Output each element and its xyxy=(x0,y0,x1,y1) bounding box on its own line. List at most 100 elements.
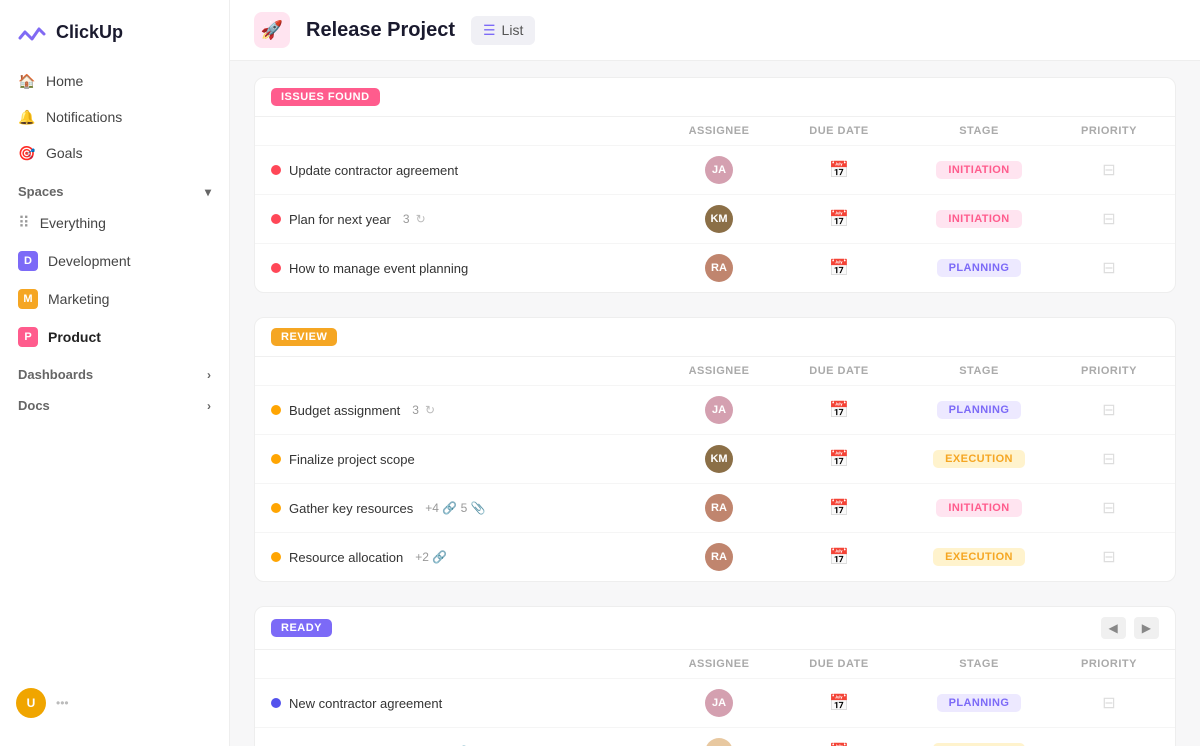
task-extras: +4 🔗 5 📎 xyxy=(425,501,485,515)
stage-cell: PLANNING xyxy=(899,259,1059,277)
date-cell: 📅 xyxy=(779,547,899,567)
sidebar-item-notifications[interactable]: 🔔 Notifications xyxy=(8,100,221,134)
table-row[interactable]: Plan for next year 3 ↻ KM 📅 INITIATION ⊟ xyxy=(255,195,1175,244)
assignee-cell: LB xyxy=(659,738,779,746)
docs-section[interactable]: Docs › xyxy=(0,388,229,419)
section-ready-header: READY ◀ ▶ xyxy=(255,607,1175,650)
task-name: Gather key resources +4 🔗 5 📎 xyxy=(271,501,659,516)
spaces-chevron-icon: ▾ xyxy=(205,185,211,199)
stage-badge: INITIATION xyxy=(936,499,1021,517)
priority-cell: ⊟ xyxy=(1059,742,1159,746)
task-name: How to manage event planning xyxy=(271,261,659,276)
priority-cell: ⊟ xyxy=(1059,209,1159,229)
table-row[interactable]: How to manage event planning RA 📅 PLANNI… xyxy=(255,244,1175,292)
stage-cell: INITIATION xyxy=(899,161,1059,179)
table-row[interactable]: Budget assignment 3 ↻ JA 📅 PLANNING ⊟ xyxy=(255,386,1175,435)
table-row[interactable]: Refresh company website 5 📎 LB 📅 EXECUTI… xyxy=(255,728,1175,746)
task-extras: 3 ↻ xyxy=(412,403,435,417)
main-content: 🚀 Release Project ☰ List ISSUES FOUND AS… xyxy=(230,0,1200,746)
priority-cell: ⊟ xyxy=(1059,547,1159,567)
priority-cell: ⊟ xyxy=(1059,258,1159,278)
stage-badge: INITIATION xyxy=(936,161,1021,179)
table-row[interactable]: New contractor agreement JA 📅 PLANNING ⊟ xyxy=(255,679,1175,728)
spaces-label: Spaces xyxy=(18,184,64,199)
stage-cell: PLANNING xyxy=(899,694,1059,712)
priority-cell: ⊟ xyxy=(1059,449,1159,469)
section-issues: ISSUES FOUND ASSIGNEE DUE DATE STAGE PRI… xyxy=(254,77,1176,293)
calendar-icon: 📅 xyxy=(829,400,849,420)
spaces-header[interactable]: Spaces ▾ xyxy=(0,172,229,205)
avatar: RA xyxy=(705,543,733,571)
table-row[interactable]: Finalize project scope KM 📅 EXECUTION ⊟ xyxy=(255,435,1175,484)
logo-icon xyxy=(16,16,48,48)
stage-badge: INITIATION xyxy=(936,210,1021,228)
ready-next-button[interactable]: ▶ xyxy=(1134,617,1159,639)
sidebar-item-marketing[interactable]: M Marketing xyxy=(8,281,221,317)
priority-icon: ⊟ xyxy=(1102,258,1115,278)
everything-grid-icon: ⠿ xyxy=(18,213,30,233)
dashboards-chevron-icon: › xyxy=(207,368,211,382)
sidebar-nav: 🏠 Home 🔔 Notifications 🎯 Goals xyxy=(0,64,229,172)
section-issues-header: ISSUES FOUND xyxy=(255,78,1175,117)
priority-icon: ⊟ xyxy=(1102,742,1115,746)
priority-icon: ⊟ xyxy=(1102,547,1115,567)
docs-label: Docs xyxy=(18,398,50,413)
avatar: RA xyxy=(705,254,733,282)
refresh-icon: ↻ xyxy=(425,403,435,417)
date-cell: 📅 xyxy=(779,693,899,713)
priority-icon: ⊟ xyxy=(1102,693,1115,713)
sidebar-item-home[interactable]: 🏠 Home xyxy=(8,64,221,98)
col-task-2 xyxy=(271,658,659,670)
sidebar: ClickUp 🏠 Home 🔔 Notifications 🎯 Goals S… xyxy=(0,0,230,746)
stage-cell: EXECUTION xyxy=(899,548,1059,566)
sidebar-item-product[interactable]: P Product xyxy=(8,319,221,355)
col-priority-0: PRIORITY xyxy=(1059,125,1159,137)
col-priority-2: PRIORITY xyxy=(1059,658,1159,670)
date-cell: 📅 xyxy=(779,209,899,229)
review-table-header: ASSIGNEE DUE DATE STAGE PRIORITY xyxy=(255,357,1175,386)
col-stage-0: STAGE xyxy=(899,125,1059,137)
sidebar-item-everything[interactable]: ⠿ Everything xyxy=(8,205,221,241)
date-cell: 📅 xyxy=(779,400,899,420)
section-review: REVIEW ASSIGNEE DUE DATE STAGE PRIORITY … xyxy=(254,317,1176,582)
project-icon: 🚀 xyxy=(254,12,290,48)
col-stage-2: STAGE xyxy=(899,658,1059,670)
ready-table-header: ASSIGNEE DUE DATE STAGE PRIORITY xyxy=(255,650,1175,679)
col-assignee-2: ASSIGNEE xyxy=(659,658,779,670)
stage-badge: PLANNING xyxy=(937,259,1022,277)
col-assignee-1: ASSIGNEE xyxy=(659,365,779,377)
avatar: JA xyxy=(705,689,733,717)
priority-cell: ⊟ xyxy=(1059,498,1159,518)
table-row[interactable]: Update contractor agreement JA 📅 INITIAT… xyxy=(255,146,1175,195)
date-cell: 📅 xyxy=(779,160,899,180)
sidebar-item-development-label: Development xyxy=(48,253,131,269)
table-row[interactable]: Gather key resources +4 🔗 5 📎 RA 📅 INITI… xyxy=(255,484,1175,533)
col-duedate-1: DUE DATE xyxy=(779,365,899,377)
dashboards-label: Dashboards xyxy=(18,367,93,382)
avatar: LB xyxy=(705,738,733,746)
priority-cell: ⊟ xyxy=(1059,400,1159,420)
calendar-icon: 📅 xyxy=(829,209,849,229)
avatar: RA xyxy=(705,494,733,522)
page-title: Release Project xyxy=(306,19,455,42)
issues-table-header: ASSIGNEE DUE DATE STAGE PRIORITY xyxy=(255,117,1175,146)
ready-prev-button[interactable]: ◀ xyxy=(1101,617,1126,639)
col-priority-1: PRIORITY xyxy=(1059,365,1159,377)
product-avatar: P xyxy=(18,327,38,347)
content-area: ISSUES FOUND ASSIGNEE DUE DATE STAGE PRI… xyxy=(230,61,1200,746)
sidebar-item-goals[interactable]: 🎯 Goals xyxy=(8,136,221,170)
dashboards-section[interactable]: Dashboards › xyxy=(0,357,229,388)
list-tab-label: List xyxy=(502,22,524,38)
marketing-avatar: M xyxy=(18,289,38,309)
ready-badge: READY xyxy=(271,619,332,637)
logo: ClickUp xyxy=(0,16,229,64)
priority-icon: ⊟ xyxy=(1102,160,1115,180)
priority-dot-yellow xyxy=(271,405,281,415)
list-tab[interactable]: ☰ List xyxy=(471,16,535,45)
logo-text: ClickUp xyxy=(56,22,123,43)
assignee-cell: RA xyxy=(659,494,779,522)
priority-cell: ⊟ xyxy=(1059,160,1159,180)
table-row[interactable]: Resource allocation +2 🔗 RA 📅 EXECUTION … xyxy=(255,533,1175,581)
sidebar-item-development[interactable]: D Development xyxy=(8,243,221,279)
assignee-cell: JA xyxy=(659,396,779,424)
